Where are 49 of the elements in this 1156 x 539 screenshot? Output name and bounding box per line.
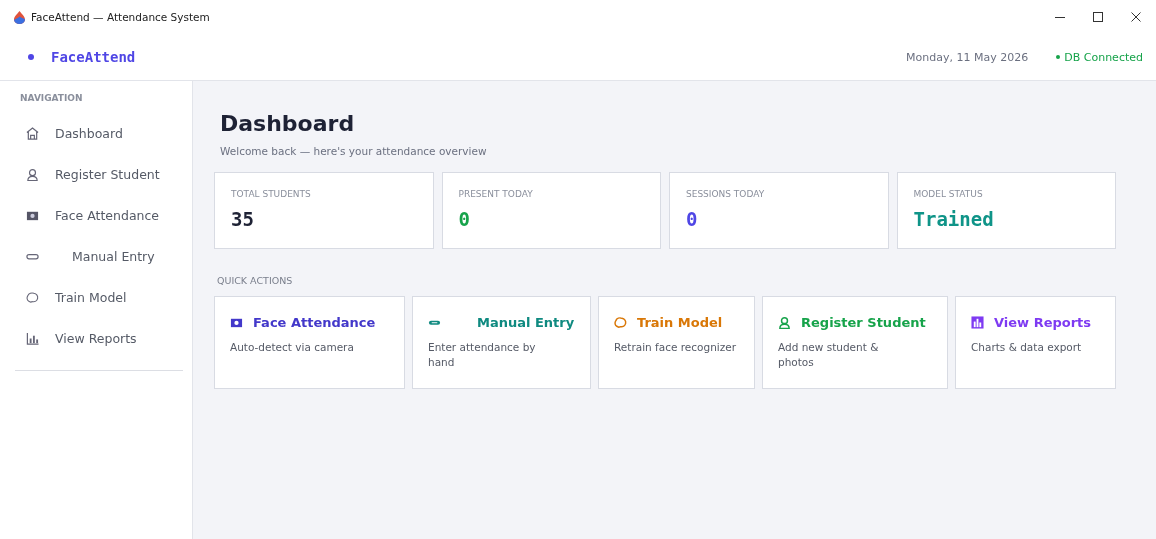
quick-action-card[interactable]: Face Attendance Auto-detect via camera — [214, 296, 405, 389]
nav-item[interactable]: View Reports — [0, 318, 192, 359]
person-icon — [778, 316, 791, 329]
nav-item[interactable]: Register Student — [0, 154, 192, 195]
date-text: Monday, 11 May 2026 — [906, 50, 1029, 64]
stat-value: 0 — [686, 208, 699, 230]
camera-icon — [26, 209, 39, 222]
section-heading: QUICK ACTIONS — [217, 275, 294, 286]
quick-action-card[interactable]: Manual Entry Enter attendance by hand — [412, 296, 591, 389]
brand-dot-icon — [28, 54, 34, 60]
status-dot-icon — [1056, 55, 1061, 59]
quick-action-description: Add new student & photos — [778, 340, 880, 370]
nav-item[interactable]: Face Attendance — [0, 195, 192, 236]
quick-action-title: View Reports — [994, 315, 1092, 330]
quick-action-description: Enter attendance by hand — [428, 340, 537, 370]
brand-name: FaceAttend — [51, 49, 136, 65]
camera-icon — [230, 316, 243, 329]
stat-value: 35 — [231, 208, 255, 230]
stat-label: MODEL STATUS — [913, 189, 984, 199]
maximize-icon[interactable] — [1092, 11, 1104, 23]
quick-action-card[interactable]: Register Student Add new student & photos — [762, 296, 948, 389]
stat-label: TOTAL STUDENTS — [231, 189, 312, 199]
quick-action-card[interactable]: Train Model Retrain face recognizer — [598, 296, 755, 389]
bar-chart-icon — [971, 316, 984, 329]
quick-action-description: Charts & data export — [971, 340, 1083, 355]
close-icon[interactable] — [1130, 11, 1142, 23]
section-heading: NAVIGATION — [19, 93, 84, 103]
stat-label: PRESENT TODAY — [458, 189, 534, 199]
window-title: FaceAttend — Attendance System — [31, 11, 210, 23]
quick-action-title: Register Student — [801, 315, 926, 330]
nav-item[interactable]: Manual Entry — [0, 236, 192, 277]
quick-action-title: Train Model — [637, 315, 723, 330]
quick-action-card[interactable]: View Reports Charts & data export — [955, 296, 1116, 389]
bar-chart-icon — [26, 332, 39, 345]
quick-action-title: Face Attendance — [253, 315, 376, 330]
stat-value: 0 — [458, 208, 471, 230]
house-icon — [26, 127, 39, 140]
quick-action-description: Retrain face recognizer — [614, 340, 738, 355]
stat-label: SESSIONS TODAY — [686, 189, 766, 199]
nav-item[interactable]: Dashboard — [0, 113, 192, 154]
stat-value: Trained — [913, 208, 995, 230]
page-subtitle: Welcome back — here's your attendance overview — [220, 145, 488, 157]
db-status: DB Connected — [1064, 50, 1143, 64]
app-logo-icon — [14, 10, 25, 24]
person-icon — [26, 168, 39, 181]
quick-action-description: Auto-detect via camera — [230, 340, 355, 355]
page-title: Dashboard — [220, 111, 356, 136]
quick-action-title: Manual Entry — [477, 315, 575, 330]
nav-item[interactable]: Train Model — [0, 277, 192, 318]
